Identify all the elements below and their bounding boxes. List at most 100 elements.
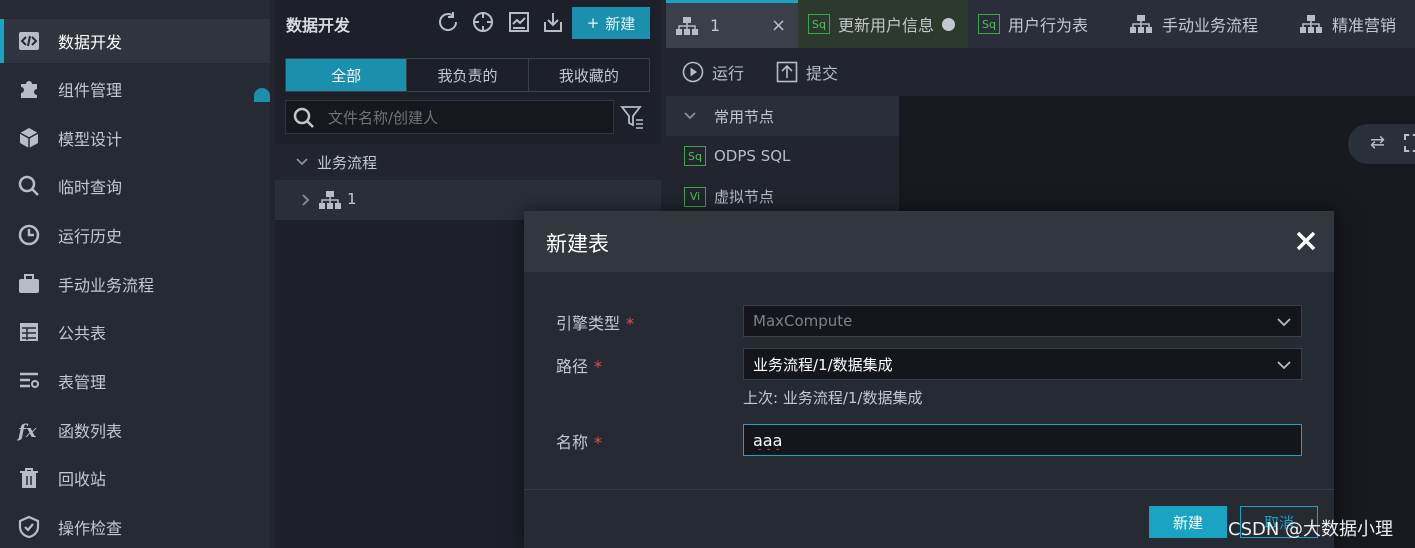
workflow-icon xyxy=(1130,15,1152,33)
trash-icon xyxy=(20,468,38,488)
nav-label: 数据开发 xyxy=(58,33,123,52)
tree-node-workflows[interactable]: 业务流程 xyxy=(275,144,661,316)
nav-item-functions[interactable]: fx 函数列表 xyxy=(0,408,270,452)
tab-update-user-info[interactable]: Sq 更新用户信息 xyxy=(798,0,968,48)
node-odps-sql[interactable]: Sq ODPS SQL xyxy=(684,146,790,166)
table-name-input[interactable] xyxy=(743,424,1302,456)
name-label: 名称 * xyxy=(556,429,602,453)
collapse-handle[interactable] xyxy=(254,88,270,102)
engine-type-select[interactable]: MaxCompute xyxy=(743,305,1302,337)
shield-icon xyxy=(18,515,40,539)
clock-icon xyxy=(18,224,40,246)
file-search xyxy=(285,100,614,134)
nav-label: 运行历史 xyxy=(58,227,123,246)
code-icon xyxy=(19,32,39,50)
required-mark: * xyxy=(626,314,635,333)
upload-icon xyxy=(776,61,798,83)
chart-box-icon[interactable] xyxy=(507,10,531,34)
chevron-right-icon xyxy=(302,194,310,206)
dialog-title: 新建表 xyxy=(546,232,609,256)
node-virtual[interactable]: Vi 虚拟节点 xyxy=(684,186,774,207)
nav-label: 临时查询 xyxy=(58,178,123,197)
close-tab-icon[interactable]: × xyxy=(771,15,786,36)
tab-manual-workflow[interactable]: 手动业务流程 xyxy=(1120,0,1290,48)
canvas-toolbar: ⇄ xyxy=(1348,124,1415,164)
plus-icon: + xyxy=(586,14,600,32)
filter-icon[interactable] xyxy=(620,104,644,130)
nav-item-table-management[interactable]: 表管理 xyxy=(0,359,270,403)
nav-label: 模型设计 xyxy=(58,130,123,149)
import-icon[interactable] xyxy=(541,10,565,34)
path-value: 业务流程/1/数据集成 xyxy=(753,355,893,374)
tab-label: 用户行为表 xyxy=(1008,16,1089,35)
chevron-down-icon xyxy=(296,158,308,166)
node-group-common[interactable]: 常用节点 xyxy=(666,96,899,136)
engine-type-label-text: 引擎类型 xyxy=(556,314,621,333)
submit-button[interactable]: 提交 xyxy=(776,60,838,84)
table-icon xyxy=(20,323,38,341)
nav-item-components[interactable]: 组件管理 xyxy=(0,67,270,111)
chevron-down-icon xyxy=(684,112,696,120)
nav-item-data-dev[interactable]: 数据开发 xyxy=(0,19,270,63)
sql-badge-icon: Sq xyxy=(978,14,1000,34)
swap-icon[interactable]: ⇄ xyxy=(1370,132,1385,153)
table-settings-icon xyxy=(20,372,39,388)
tab-favorites[interactable]: 我收藏的 xyxy=(529,59,649,91)
tab-all[interactable]: 全部 xyxy=(286,59,408,91)
editor-toolbar: 运行 提交 xyxy=(666,48,1415,96)
sql-badge-icon: Sq xyxy=(808,14,830,34)
node-label: ODPS SQL xyxy=(714,147,791,165)
nav-item-public-tables[interactable]: 公共表 xyxy=(0,310,270,354)
select-box-icon[interactable] xyxy=(1404,134,1415,152)
nav-label: 表管理 xyxy=(58,373,107,392)
path-select[interactable]: 业务流程/1/数据集成 xyxy=(743,348,1302,380)
cube-icon xyxy=(19,128,39,148)
virtual-node-badge-icon: Vi xyxy=(684,186,706,207)
refresh-icon[interactable] xyxy=(436,10,460,34)
path-label: 路径 * xyxy=(556,353,602,377)
nav-item-adhoc-query[interactable]: 临时查询 xyxy=(0,164,270,208)
submit-label: 提交 xyxy=(806,64,839,83)
new-file-button[interactable]: + 新建 xyxy=(572,7,650,39)
file-panel-header: 数据开发 + 新建 xyxy=(275,0,661,44)
run-label: 运行 xyxy=(712,64,745,83)
unsaved-dot-icon xyxy=(942,17,956,31)
locate-icon[interactable] xyxy=(471,10,495,34)
workflow-icon xyxy=(319,191,341,209)
tab-user-behavior[interactable]: Sq 用户行为表 xyxy=(968,0,1120,48)
sql-badge-icon: Sq xyxy=(684,146,706,166)
search-input[interactable] xyxy=(328,107,598,129)
tab-label: 手动业务流程 xyxy=(1162,16,1259,35)
tree-node-label: 业务流程 xyxy=(317,154,378,172)
dialog-divider xyxy=(524,489,1334,490)
file-filter-tabs: 全部 我负责的 我收藏的 xyxy=(285,58,650,92)
new-table-dialog: 新建表 引擎类型 * MaxCompute 路径 * 业务流程/1/数据集成 上次:… xyxy=(524,211,1334,548)
close-icon[interactable] xyxy=(1294,229,1318,253)
path-label-text: 路径 xyxy=(556,357,589,376)
tab-label: 1 xyxy=(710,16,721,35)
nav-item-recycle-bin[interactable]: 回收站 xyxy=(0,456,270,500)
nav-item-manual-workflow[interactable]: 手动业务流程 xyxy=(0,262,270,306)
nav-label: 手动业务流程 xyxy=(58,276,155,295)
search-icon xyxy=(18,175,39,196)
create-button[interactable]: 新建 xyxy=(1149,506,1227,538)
fx-icon: fx xyxy=(17,421,37,442)
required-mark: * xyxy=(594,357,603,376)
watermark: CSDN @大数据小理 xyxy=(1228,519,1394,540)
tab-workflow-1[interactable]: 1 × xyxy=(666,0,798,48)
tree-node-label: 1 xyxy=(347,190,357,208)
nav-item-model-design[interactable]: 模型设计 xyxy=(0,116,270,160)
nav-item-run-history[interactable]: 运行历史 xyxy=(0,213,270,257)
name-label-text: 名称 xyxy=(556,433,589,452)
tab-precision-marketing[interactable]: 精准营销 xyxy=(1290,0,1415,48)
nav-item-operation-check[interactable]: 操作检查 xyxy=(0,505,270,548)
node-group-label: 常用节点 xyxy=(714,108,775,126)
workflow-icon xyxy=(1300,15,1322,33)
run-button[interactable]: 运行 xyxy=(682,60,744,84)
nav-label: 组件管理 xyxy=(58,81,123,100)
engine-type-value: MaxCompute xyxy=(753,312,853,330)
panel-title: 数据开发 xyxy=(286,16,351,35)
nav-label: 公共表 xyxy=(58,324,107,343)
nav-label: 函数列表 xyxy=(58,422,123,441)
tab-mine[interactable]: 我负责的 xyxy=(407,59,529,91)
